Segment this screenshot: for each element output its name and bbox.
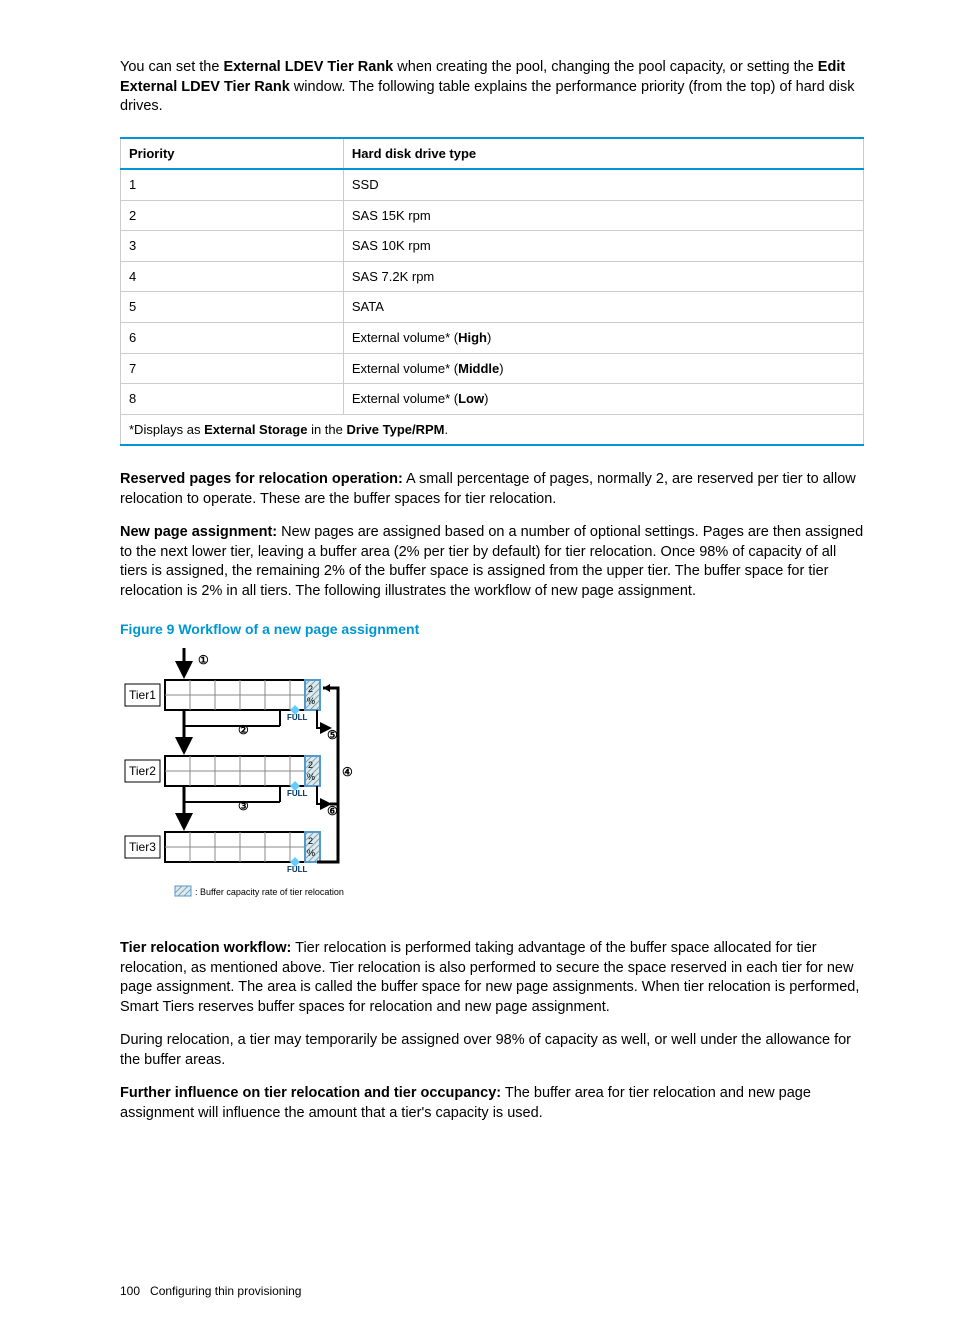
svg-text:2: 2 (308, 760, 313, 770)
during-paragraph: During relocation, a tier may temporaril… (120, 1031, 864, 1070)
callout-4: ④ (342, 765, 353, 779)
svg-text:%: % (307, 696, 315, 706)
svg-text:Tier2: Tier2 (129, 764, 156, 778)
th-drive-type: Hard disk drive type (343, 138, 863, 170)
figure-title: Figure 9 Workflow of a new page assignme… (120, 620, 864, 639)
reserved-paragraph: Reserved pages for relocation operation:… (120, 470, 864, 509)
table-row: 8External volume* (Low) (121, 384, 864, 415)
relocation-paragraph: Tier relocation workflow: Tier relocatio… (120, 939, 864, 1017)
further-paragraph: Further influence on tier relocation and… (120, 1084, 864, 1123)
priority-table: Priority Hard disk drive type 1SSD 2SAS … (120, 137, 864, 446)
tier1-group: Tier1 2 % FULL (125, 680, 320, 722)
table-row: 5SATA (121, 292, 864, 323)
tier2-group: Tier2 2 % FULL (125, 756, 320, 798)
table-row: 4SAS 7.2K rpm (121, 261, 864, 292)
table-footnote-row: *Displays as External Storage in the Dri… (121, 414, 864, 445)
intro-paragraph: You can set the External LDEV Tier Rank … (120, 58, 864, 117)
svg-text:Tier3: Tier3 (129, 840, 156, 854)
svg-text:Tier1: Tier1 (129, 688, 156, 702)
callout-1: ① (198, 653, 209, 667)
svg-text:2: 2 (308, 684, 313, 694)
table-header-row: Priority Hard disk drive type (121, 138, 864, 170)
svg-text:2: 2 (308, 836, 313, 846)
tier3-group: Tier3 2 % FULL (125, 832, 320, 874)
table-row: 2SAS 15K rpm (121, 200, 864, 231)
legend-text: : Buffer capacity rate of tier relocatio… (195, 887, 344, 897)
table-row: 6External volume* (High) (121, 322, 864, 353)
table-row: 3SAS 10K rpm (121, 231, 864, 262)
svg-text:%: % (307, 772, 315, 782)
th-priority: Priority (121, 138, 344, 170)
svg-text:%: % (307, 848, 315, 858)
table-row: 7External volume* (Middle) (121, 353, 864, 384)
svg-text:FULL: FULL (287, 713, 308, 722)
figure-diagram: ① Tier1 2 % FULL ② ⑤ Tier2 (120, 648, 864, 915)
callout-6: ⑥ (327, 804, 338, 818)
svg-text:FULL: FULL (287, 865, 308, 874)
newpage-paragraph: New page assignment: New pages are assig… (120, 523, 864, 601)
callout-5: ⑤ (327, 728, 338, 742)
page-footer: 100 Configuring thin provisioning (120, 1283, 864, 1299)
svg-text:FULL: FULL (287, 789, 308, 798)
table-row: 1SSD (121, 169, 864, 200)
